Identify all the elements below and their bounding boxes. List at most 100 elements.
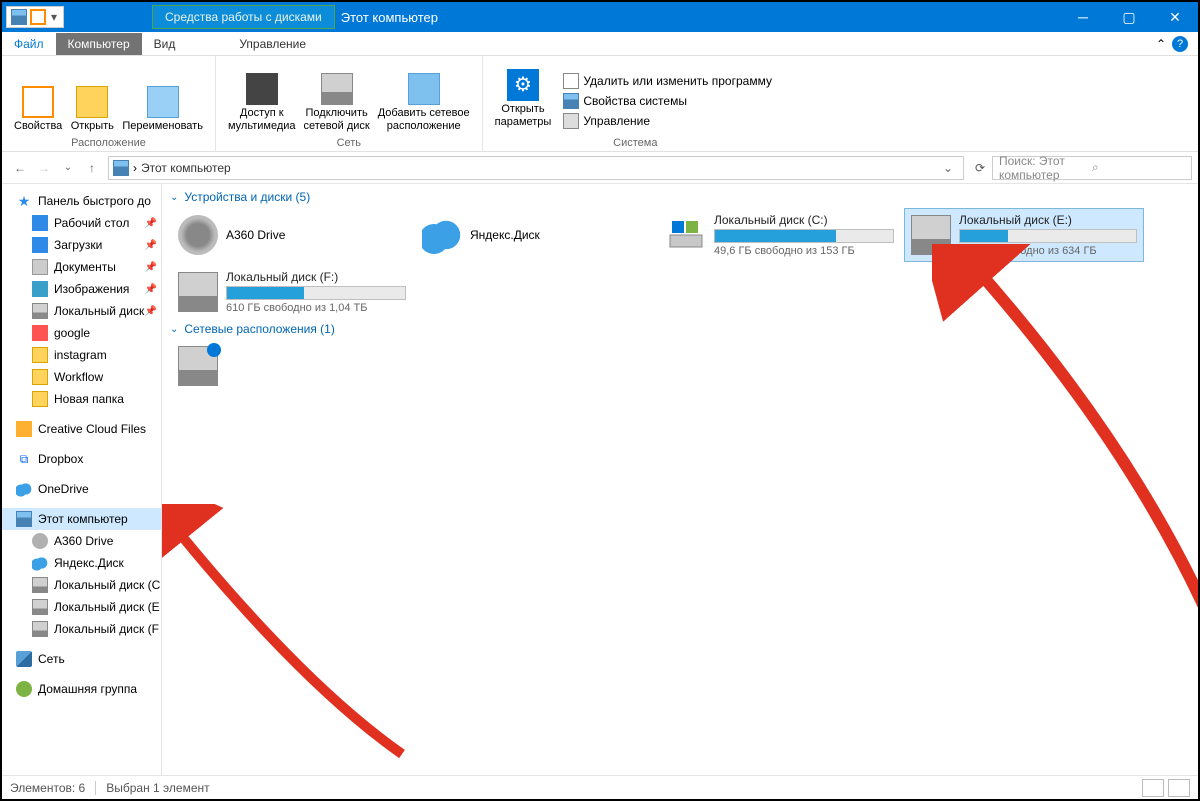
tab-manage[interactable]: Управление bbox=[227, 33, 318, 55]
sidebar-drive-e[interactable]: Локальный диск (E bbox=[2, 596, 161, 618]
sidebar-pictures[interactable]: Изображения📌 bbox=[2, 278, 161, 300]
uninstall-button[interactable]: Удалить или изменить программу bbox=[561, 71, 774, 91]
a360-icon bbox=[32, 533, 48, 549]
status-bar: Элементов: 6 Выбран 1 элемент bbox=[2, 775, 1198, 799]
drive-status: 49,6 ГБ свободно из 153 ГБ bbox=[714, 245, 894, 257]
recent-dropdown[interactable]: ⌄ bbox=[56, 156, 80, 180]
sidebar-homegroup[interactable]: Домашняя группа bbox=[2, 678, 161, 700]
drive-yandex[interactable]: Яндекс.Диск bbox=[416, 208, 656, 262]
minimize-button[interactable]: ─ bbox=[1060, 2, 1106, 32]
navigation-pane: ★Панель быстрого до Рабочий стол📌 Загруз… bbox=[2, 184, 162, 775]
tab-view[interactable]: Вид bbox=[142, 33, 188, 55]
disk-icon bbox=[32, 303, 48, 319]
cloud-icon bbox=[16, 481, 32, 497]
ribbon: Свойства Открыть Переименовать Расположе… bbox=[2, 56, 1198, 152]
drive-label: Локальный диск (F:) bbox=[226, 270, 406, 284]
search-input[interactable]: Поиск: Этот компьютер ⌕ bbox=[992, 156, 1192, 180]
pc-icon bbox=[16, 511, 32, 527]
disk-icon bbox=[666, 215, 706, 255]
ribbon-tabs: Файл Компьютер Вид Управление ⌃ ? bbox=[2, 32, 1198, 56]
address-dropdown-icon[interactable]: ⌄ bbox=[937, 161, 959, 175]
sidebar-downloads[interactable]: Загрузки📌 bbox=[2, 234, 161, 256]
ribbon-collapse[interactable]: ⌃ ? bbox=[1146, 32, 1198, 56]
maximize-button[interactable]: ▢ bbox=[1106, 2, 1152, 32]
sidebar-documents[interactable]: Документы📌 bbox=[2, 256, 161, 278]
forward-button[interactable]: → bbox=[32, 156, 56, 180]
group-network-locations[interactable]: ⌄Сетевые расположения (1) bbox=[162, 320, 1198, 338]
sidebar-dropbox[interactable]: ⧉Dropbox bbox=[2, 448, 161, 470]
sidebar-instagram[interactable]: instagram bbox=[2, 344, 161, 366]
disk-icon bbox=[911, 215, 951, 255]
star-icon: ★ bbox=[16, 193, 32, 209]
drive-c[interactable]: Локальный диск (C:) 49,6 ГБ свободно из … bbox=[660, 208, 900, 262]
sidebar-desktop[interactable]: Рабочий стол📌 bbox=[2, 212, 161, 234]
drive-label: Яндекс.Диск bbox=[470, 228, 540, 242]
folder-icon bbox=[32, 391, 48, 407]
sidebar-quick-access[interactable]: ★Панель быстрого до bbox=[2, 190, 161, 212]
rename-button[interactable]: Переименовать bbox=[118, 84, 207, 135]
address-bar: ← → ⌄ ↑ › Этот компьютер ⌄ ⟳ Поиск: Этот… bbox=[2, 152, 1198, 184]
back-button[interactable]: ← bbox=[8, 156, 32, 180]
chevron-down-icon: ⌄ bbox=[170, 324, 178, 335]
status-selection: Выбран 1 элемент bbox=[106, 781, 209, 795]
search-icon: ⌕ bbox=[1092, 160, 1185, 175]
sidebar-onedrive[interactable]: OneDrive bbox=[2, 478, 161, 500]
ribbon-group-network: Доступ к мультимедиа Подключить сетевой … bbox=[216, 56, 483, 151]
content-area: ⌄Устройства и диски (5) A360 Drive Яндек… bbox=[162, 184, 1198, 775]
pc-icon bbox=[113, 160, 129, 176]
sidebar-this-pc[interactable]: Этот компьютер bbox=[2, 508, 161, 530]
sidebar-a360[interactable]: A360 Drive bbox=[2, 530, 161, 552]
qat-dropdown-icon[interactable]: ▾ bbox=[49, 10, 59, 24]
network-drive-icon bbox=[178, 346, 218, 386]
pin-icon: 📌 bbox=[145, 218, 157, 229]
cloud-icon bbox=[32, 555, 48, 571]
drive-label: A360 Drive bbox=[226, 228, 285, 242]
tiles-view-button[interactable] bbox=[1168, 779, 1190, 797]
open-settings-button[interactable]: ⚙Открыть параметры bbox=[491, 67, 556, 131]
drive-e[interactable]: Локальный диск (E:) 465 ГБ свободно из 6… bbox=[904, 208, 1144, 262]
manage-button[interactable]: Управление bbox=[561, 111, 774, 131]
folder-icon bbox=[32, 325, 48, 341]
sidebar-drive-c[interactable]: Локальный диск (С bbox=[2, 574, 161, 596]
a360-icon bbox=[178, 215, 218, 255]
tab-file[interactable]: Файл bbox=[2, 33, 56, 55]
sidebar-creative-cloud[interactable]: Creative Cloud Files bbox=[2, 418, 161, 440]
sidebar-workflow[interactable]: Workflow bbox=[2, 366, 161, 388]
sidebar-drive-f[interactable]: Локальный диск (F bbox=[2, 618, 161, 640]
media-access-button[interactable]: Доступ к мультимедиа bbox=[224, 71, 300, 135]
homegroup-icon bbox=[16, 681, 32, 697]
refresh-button[interactable]: ⟳ bbox=[968, 161, 992, 175]
separator bbox=[95, 781, 96, 795]
qat-properties-icon[interactable] bbox=[30, 9, 46, 25]
capacity-bar bbox=[226, 286, 406, 300]
network-location-item[interactable] bbox=[172, 340, 412, 392]
close-button[interactable]: ✕ bbox=[1152, 2, 1198, 32]
folder-icon bbox=[32, 347, 48, 363]
contextual-tab-drive-tools[interactable]: Средства работы с дисками bbox=[152, 5, 335, 29]
sidebar-localdisk[interactable]: Локальный диск📌 bbox=[2, 300, 161, 322]
drive-label: Локальный диск (E:) bbox=[959, 213, 1137, 227]
sidebar-google[interactable]: google bbox=[2, 322, 161, 344]
properties-button[interactable]: Свойства bbox=[10, 84, 66, 135]
details-view-button[interactable] bbox=[1142, 779, 1164, 797]
disk-icon bbox=[32, 621, 48, 637]
sidebar-yandex-disk[interactable]: Яндекс.Диск bbox=[2, 552, 161, 574]
open-button[interactable]: Открыть bbox=[66, 84, 118, 135]
group-devices-drives[interactable]: ⌄Устройства и диски (5) bbox=[162, 188, 1198, 206]
sidebar-newfolder[interactable]: Новая папка bbox=[2, 388, 161, 410]
address-field[interactable]: › Этот компьютер ⌄ bbox=[108, 156, 964, 180]
chevron-up-icon: ⌃ bbox=[1156, 37, 1166, 51]
help-icon[interactable]: ? bbox=[1172, 36, 1188, 52]
drive-f[interactable]: Локальный диск (F:) 610 ГБ свободно из 1… bbox=[172, 266, 412, 318]
add-network-location-button[interactable]: Добавить сетевое расположение bbox=[374, 71, 474, 135]
sidebar-network[interactable]: Сеть bbox=[2, 648, 161, 670]
tab-computer[interactable]: Компьютер bbox=[56, 33, 142, 55]
drive-a360[interactable]: A360 Drive bbox=[172, 208, 412, 262]
map-network-drive-button[interactable]: Подключить сетевой диск bbox=[300, 71, 374, 135]
drive-status: 465 ГБ свободно из 634 ГБ bbox=[959, 245, 1137, 257]
drive-label: Локальный диск (C:) bbox=[714, 213, 894, 227]
capacity-bar bbox=[959, 229, 1137, 243]
annotation-arrow bbox=[162, 504, 422, 774]
system-properties-button[interactable]: Свойства системы bbox=[561, 91, 774, 111]
up-button[interactable]: ↑ bbox=[80, 156, 104, 180]
